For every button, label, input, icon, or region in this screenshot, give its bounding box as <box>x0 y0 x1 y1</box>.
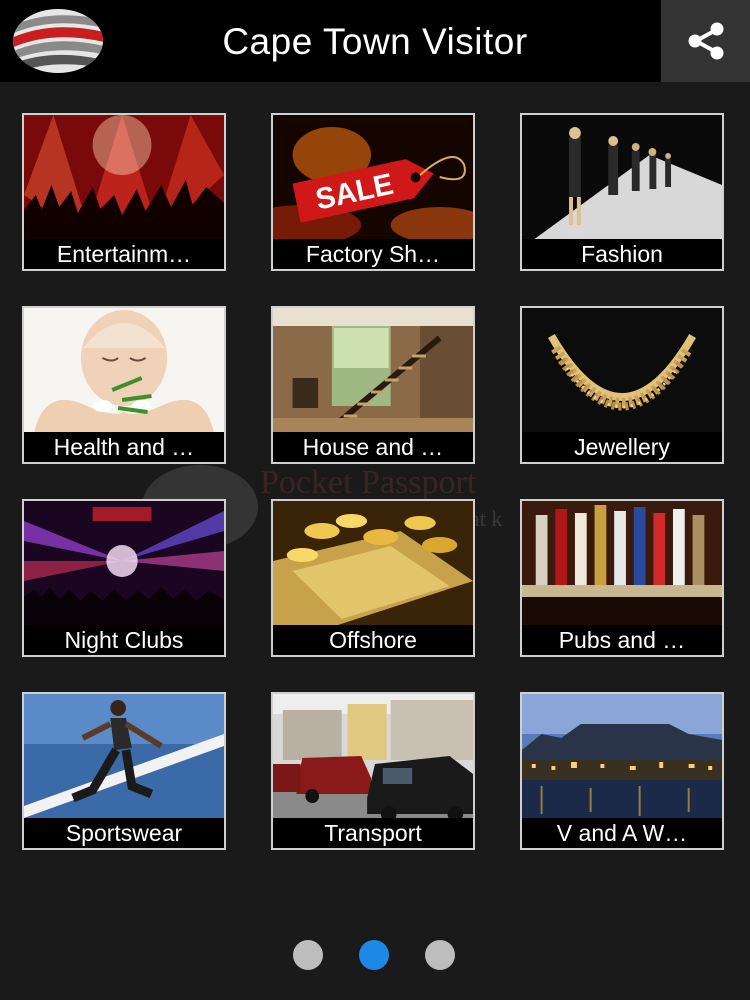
page-indicator-dot-3[interactable] <box>425 940 455 970</box>
category-label: Sportswear <box>24 818 224 848</box>
concert-icon <box>24 115 224 241</box>
category-label: Factory Sh… <box>273 239 473 269</box>
category-grid: Entertainm… SALE Factory Sh… Fashion Hea… <box>0 0 750 1000</box>
category-label: Fashion <box>522 239 722 269</box>
sale-tag-icon: SALE <box>273 115 473 241</box>
runway-icon <box>522 115 722 241</box>
category-label: Jewellery <box>522 432 722 462</box>
runner-icon <box>24 694 224 820</box>
interior-icon <box>273 308 473 434</box>
category-tile-house-and-home[interactable]: House and … <box>271 306 475 464</box>
page-indicator-dot-2-active[interactable] <box>359 940 389 970</box>
category-tile-offshore[interactable]: Offshore <box>271 499 475 657</box>
category-tile-fashion[interactable]: Fashion <box>520 113 724 271</box>
category-label: Health and … <box>24 432 224 462</box>
category-tile-v-and-a-waterfront[interactable]: V and A W… <box>520 692 724 850</box>
club-lights-icon <box>24 501 224 627</box>
necklace-icon <box>522 308 722 434</box>
category-label: House and … <box>273 432 473 462</box>
category-label: Offshore <box>273 625 473 655</box>
category-tile-factory-shops[interactable]: SALE Factory Sh… <box>271 113 475 271</box>
category-label: V and A W… <box>522 818 722 848</box>
taxi-icon <box>273 694 473 820</box>
page-indicator-dot-1[interactable] <box>293 940 323 970</box>
spa-icon <box>24 308 224 434</box>
gold-coins-icon <box>273 501 473 627</box>
category-tile-jewellery[interactable]: Jewellery <box>520 306 724 464</box>
category-tile-pubs-and-bars[interactable]: Pubs and … <box>520 499 724 657</box>
category-label: Night Clubs <box>24 625 224 655</box>
category-tile-night-clubs[interactable]: Night Clubs <box>22 499 226 657</box>
category-label: Pubs and … <box>522 625 722 655</box>
beer-taps-icon <box>522 501 722 627</box>
category-tile-entertainment[interactable]: Entertainm… <box>22 113 226 271</box>
category-label: Transport <box>273 818 473 848</box>
waterfront-icon <box>522 694 722 820</box>
category-tile-sportswear[interactable]: Sportswear <box>22 692 226 850</box>
category-label: Entertainm… <box>24 239 224 269</box>
category-tile-health-and-beauty[interactable]: Health and … <box>22 306 226 464</box>
category-tile-transport[interactable]: Transport <box>271 692 475 850</box>
